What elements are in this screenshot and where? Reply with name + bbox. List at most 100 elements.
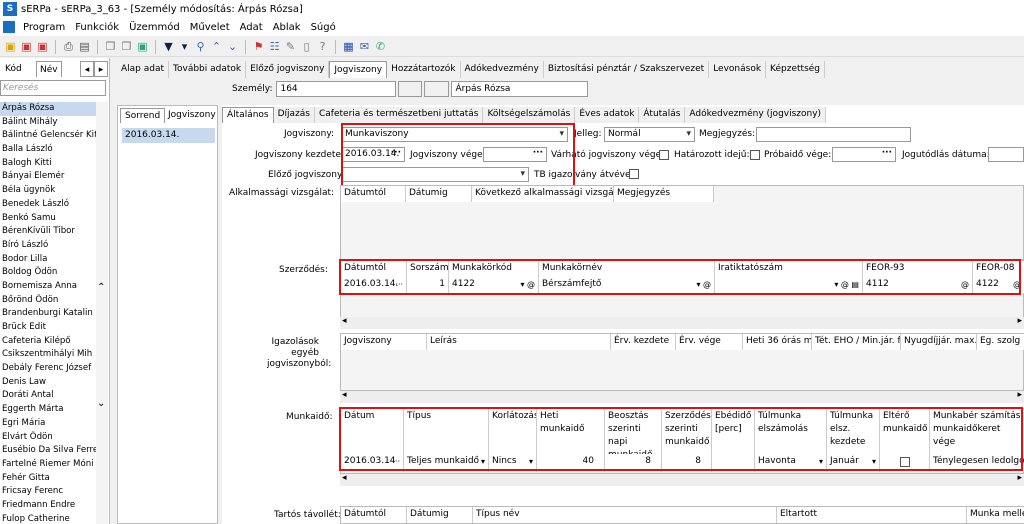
column-header[interactable]: FEOR-08 xyxy=(973,261,1024,277)
list-item[interactable]: Denis Law xyxy=(0,376,96,390)
search-icon[interactable]: ⚲ xyxy=(193,39,208,54)
column-header[interactable]: Dátumtól xyxy=(341,261,407,277)
list-item[interactable]: Fulop Catherine xyxy=(0,513,96,524)
menu-ablak[interactable]: Ablak xyxy=(268,22,306,33)
flag-icon[interactable]: ⚑ xyxy=(251,39,266,54)
table-cell[interactable]: 2016.03.14 ··· xyxy=(341,454,404,472)
table-row[interactable]: 2016.03.14 ··· Teljes munkaidő ▾ Nincs ▾ 40 8 8 H… xyxy=(341,454,1024,472)
igazolasok-hscroll[interactable]: ◂ ▸ xyxy=(340,390,1024,403)
table-cell[interactable]: 4122 ▾ @ xyxy=(449,277,539,293)
list-item[interactable]: Eggerth Márta xyxy=(0,403,96,417)
menu-funkciok[interactable]: Funkciók xyxy=(70,22,124,33)
list-item[interactable]: Csikszentmihályi Mih xyxy=(0,348,96,362)
elteró-checkbox[interactable] xyxy=(900,457,910,467)
subtab-1[interactable]: Díjazás xyxy=(273,107,315,123)
tab-6[interactable]: Biztosítási pénztár / Szakszervezet xyxy=(544,61,710,78)
contract-list-item[interactable]: 2016.03.14. xyxy=(122,128,215,143)
table-icon[interactable]: ☷ xyxy=(267,39,282,54)
column-header[interactable]: FEOR-93 xyxy=(863,261,973,277)
table-cell[interactable]: 4122 @ xyxy=(973,277,1024,293)
export-icon[interactable]: ▣ xyxy=(135,39,150,54)
column-header[interactable]: Eltérő munkaidő xyxy=(880,409,930,454)
menu-sugo[interactable]: Súgó xyxy=(306,22,341,33)
list-item[interactable]: Bodor Lilla xyxy=(0,253,96,267)
tab-nev[interactable]: Név xyxy=(36,61,62,77)
list-item[interactable]: Fehér Gitta xyxy=(0,472,96,486)
tab-sorrend[interactable]: Sorrend xyxy=(120,108,166,123)
filter-icon[interactable]: ▼ xyxy=(161,39,176,54)
cell-action-icon[interactable]: ▾ @ xyxy=(520,278,535,291)
list-item[interactable]: Eusébio Da Silva Ferre xyxy=(0,444,96,458)
column-header[interactable]: Korlátozás xyxy=(489,409,537,454)
list-item[interactable]: BérenKívüli Tibor xyxy=(0,225,96,239)
column-header[interactable]: Nyugdíjjár. max. xyxy=(901,334,977,350)
table-cell[interactable]: 8 xyxy=(662,454,712,472)
list-item[interactable]: Cafeteria Kilépő xyxy=(0,335,96,349)
list-item[interactable]: Bálint Mihály xyxy=(0,116,96,130)
table-cell[interactable]: 8 xyxy=(605,454,662,472)
column-header[interactable]: Jogviszony xyxy=(341,334,427,350)
tab-8[interactable]: Képzettség xyxy=(766,61,826,78)
funnel-icon[interactable]: ▾ xyxy=(177,39,192,54)
cell-action-icon[interactable]: ··· xyxy=(395,278,403,291)
list-item[interactable]: Benedek László xyxy=(0,198,96,212)
column-header[interactable]: Túlmunka elszámolás xyxy=(755,409,827,454)
screen-icon[interactable]: ▦ xyxy=(341,39,356,54)
cell-action-icon[interactable]: ▾ @ xyxy=(696,278,711,291)
tab-3[interactable]: Jogviszony xyxy=(329,61,388,78)
menu-uzemmod[interactable]: Üzemmód xyxy=(124,22,185,33)
list-item[interactable]: Béla ügynök xyxy=(0,184,96,198)
tab-7[interactable]: Levonások xyxy=(709,61,767,78)
column-header[interactable]: Ebédidő [perc] xyxy=(712,409,755,454)
date-picker-icon[interactable]: ··· xyxy=(392,455,400,468)
list-item[interactable]: Bőrönd Ödön xyxy=(0,294,96,308)
column-header[interactable]: Megjegyzés xyxy=(614,186,714,202)
scroll-up-icon[interactable]: ⌃ xyxy=(97,282,105,293)
table-cell[interactable]: Havonta ▾ xyxy=(755,454,827,472)
list-item[interactable]: Friedmann Endre xyxy=(0,499,96,513)
elozo-select[interactable] xyxy=(341,167,529,182)
search-input[interactable]: Keresés xyxy=(0,80,106,96)
list-item[interactable]: Elvárt Ödön xyxy=(0,431,96,445)
table-cell[interactable] xyxy=(712,454,755,472)
megjegyzes-input[interactable] xyxy=(756,127,911,142)
list-item[interactable]: Balogh Kitti xyxy=(0,157,96,171)
column-header[interactable]: Munkakörnév xyxy=(539,261,715,277)
column-header[interactable]: Dátumtól xyxy=(341,507,407,523)
list-item[interactable]: Balla László xyxy=(0,143,96,157)
prev-tab-arrow-icon[interactable]: ◂ xyxy=(80,61,94,77)
cell-action-icon[interactable]: ▾ @ ▤ xyxy=(834,278,859,291)
open-icon[interactable]: ▣ xyxy=(19,39,34,54)
munkaido-hscroll[interactable]: ◂ ▸ xyxy=(340,473,1024,486)
person-name-field[interactable]: Árpás Rózsa xyxy=(451,81,589,97)
table-cell[interactable]: 2016.03.14. ··· xyxy=(341,277,407,293)
subtab-0[interactable]: Általános xyxy=(222,107,274,123)
list-item[interactable]: Bornemisza Anna xyxy=(0,280,96,294)
jelleg-select[interactable]: Normál xyxy=(604,127,695,142)
phone-icon[interactable]: ✆ xyxy=(373,39,388,54)
list-item[interactable]: Doráti Antal xyxy=(0,389,96,403)
list-item[interactable]: Bányai Elemér xyxy=(0,170,96,184)
list-item[interactable]: Brück Edit xyxy=(0,321,96,335)
print-icon[interactable]: ⎙ xyxy=(61,39,76,54)
chevron-down-icon[interactable]: ▾ xyxy=(481,455,485,468)
column-header[interactable]: Eg. szolg xyxy=(977,334,1024,350)
tab-5[interactable]: Adókedvezmény xyxy=(461,61,544,78)
tab-2[interactable]: Előző jogviszony xyxy=(246,61,330,78)
column-header[interactable]: Sorszám xyxy=(407,261,449,277)
column-header[interactable]: Dátumig xyxy=(407,507,473,523)
list-item[interactable]: Bíró László xyxy=(0,239,96,253)
paste-icon[interactable]: ❐ xyxy=(119,39,134,54)
szerzodes-hscroll[interactable]: ◂ ▸ xyxy=(340,316,1024,329)
list-item[interactable]: Fricsay Ferenc xyxy=(0,485,96,499)
subtab-3[interactable]: Költségelszámolás xyxy=(483,107,576,123)
edit-icon[interactable]: ✎ xyxy=(283,39,298,54)
column-header[interactable]: Dátum xyxy=(341,409,404,454)
table-cell[interactable]: Nincs ▾ xyxy=(489,454,537,472)
column-header[interactable]: Heti munkaidő xyxy=(537,409,605,454)
tab-jogviszony-inner[interactable]: Jogviszony xyxy=(164,108,220,123)
cell-action-icon[interactable]: @ xyxy=(961,278,969,291)
table-cell[interactable]: ▾ @ ▤ xyxy=(715,277,863,293)
varhato-checkbox[interactable] xyxy=(659,150,669,160)
tab-1[interactable]: További adatok xyxy=(169,61,247,78)
